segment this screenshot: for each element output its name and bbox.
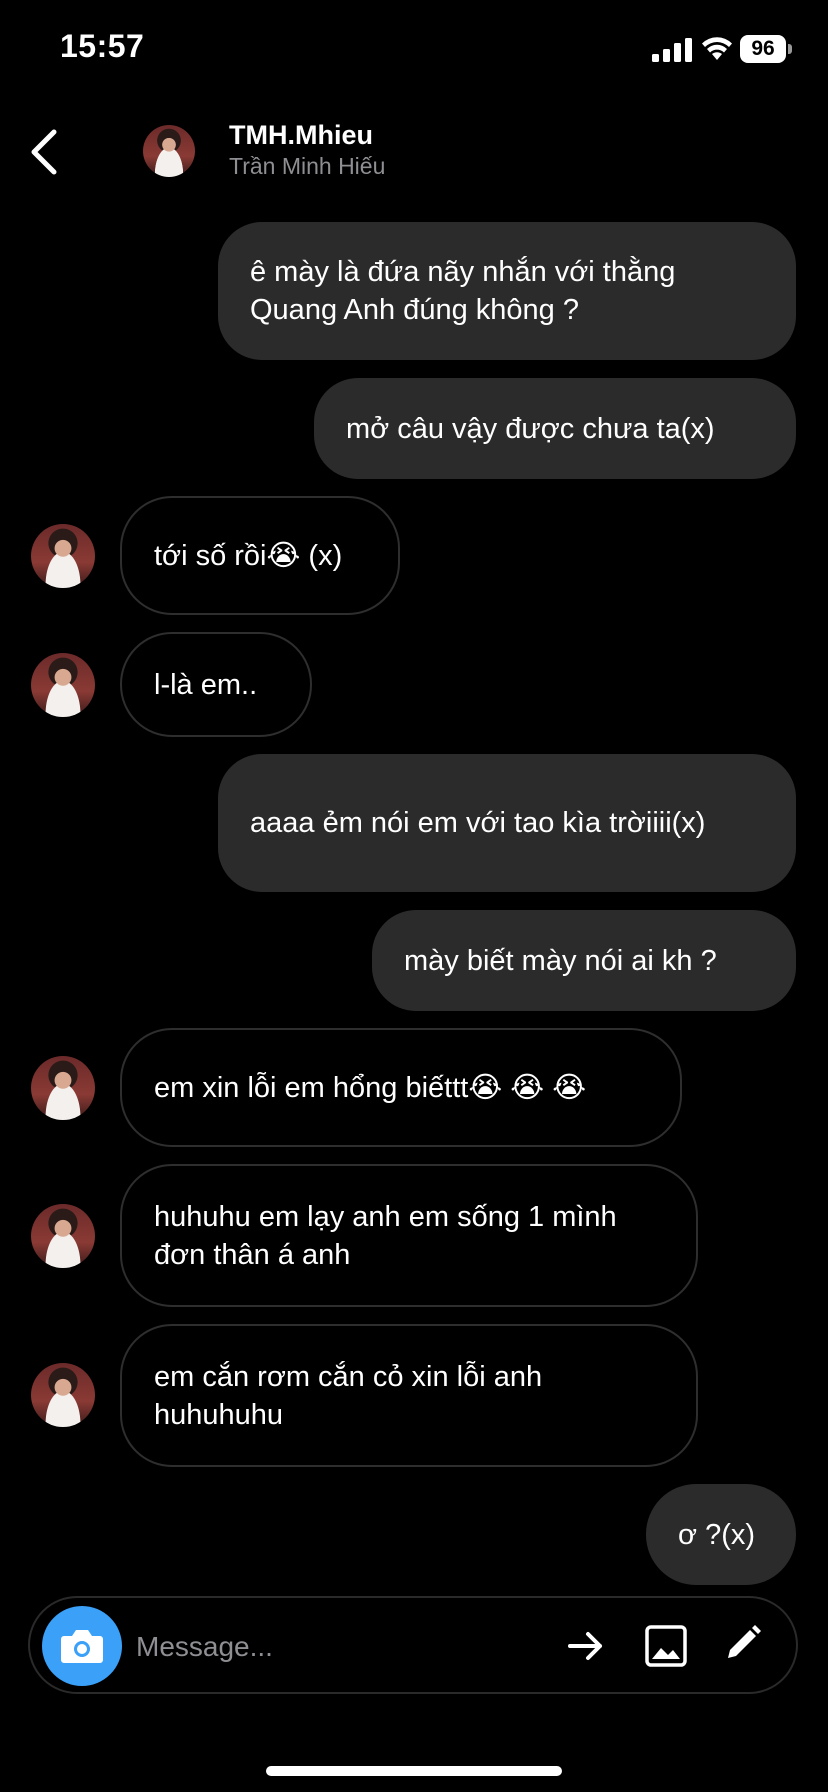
chat-username[interactable]: TMH.Mhieu bbox=[229, 120, 373, 151]
message-incoming[interactable]: huhuhu em lạy anh em sống 1 mình đơn thâ… bbox=[120, 1164, 698, 1307]
message-outgoing[interactable]: mày biết mày nói ai kh ? bbox=[372, 910, 796, 1011]
message-text: em cắn rơm cắn cỏ xin lỗi anh huhuhuhu bbox=[154, 1360, 543, 1431]
message-incoming[interactable]: em xin lỗi em hổng biếttt😭 😭 😭 bbox=[120, 1028, 682, 1147]
message-input[interactable] bbox=[134, 1620, 538, 1674]
message-outgoing[interactable]: ê mày là đứa nãy nhắn với thằng Quang An… bbox=[218, 222, 796, 360]
cellular-signal-icon bbox=[652, 38, 692, 62]
battery-tip bbox=[788, 44, 792, 54]
message-incoming[interactable]: tới số rồi😭 (x) bbox=[120, 496, 400, 615]
message-text: em xin lỗi em hổng biếttt😭 😭 😭 bbox=[154, 1071, 587, 1104]
status-time: 15:57 bbox=[60, 28, 145, 64]
chevron-left-icon[interactable] bbox=[26, 126, 60, 178]
camera-button[interactable] bbox=[42, 1606, 122, 1686]
sender-avatar[interactable] bbox=[31, 1056, 95, 1120]
image-icon[interactable] bbox=[644, 1624, 688, 1668]
sender-avatar[interactable] bbox=[31, 1363, 95, 1427]
battery-level: 96 bbox=[740, 35, 786, 63]
message-text: l-là em.. bbox=[154, 668, 258, 701]
message-text: aaaa ẻm nói em với tao kìa trờiiii(x) bbox=[250, 807, 706, 839]
message-outgoing[interactable]: aaaa ẻm nói em với tao kìa trờiiii(x) bbox=[218, 754, 796, 892]
arrow-right-icon[interactable] bbox=[566, 1626, 606, 1666]
message-text: tới số rồi😭 (x) bbox=[154, 539, 343, 572]
chat-full-name: Trần Minh Hiếu bbox=[229, 153, 386, 179]
message-text: mở câu vậy được chưa ta(x) bbox=[346, 412, 715, 445]
message-text: ơ ?(x) bbox=[678, 1518, 756, 1551]
message-text: huhuhu em lạy anh em sống 1 mình đơn thâ… bbox=[154, 1200, 617, 1271]
message-text: ê mày là đứa nãy nhắn với thằng Quang An… bbox=[250, 256, 676, 326]
home-indicator bbox=[266, 1766, 562, 1776]
sender-avatar[interactable] bbox=[31, 653, 95, 717]
message-outgoing[interactable]: ơ ?(x) bbox=[646, 1484, 796, 1585]
sender-avatar[interactable] bbox=[31, 1204, 95, 1268]
message-text: mày biết mày nói ai kh ? bbox=[404, 944, 717, 977]
camera-icon bbox=[61, 1630, 103, 1663]
header-avatar[interactable] bbox=[143, 125, 195, 177]
message-incoming[interactable]: em cắn rơm cắn cỏ xin lỗi anh huhuhuhu bbox=[120, 1324, 698, 1467]
wifi-icon bbox=[702, 37, 732, 60]
message-outgoing[interactable]: mở câu vậy được chưa ta(x) bbox=[314, 378, 796, 479]
pencil-icon[interactable] bbox=[722, 1622, 764, 1664]
sender-avatar[interactable] bbox=[31, 524, 95, 588]
message-incoming[interactable]: l-là em.. bbox=[120, 632, 312, 737]
